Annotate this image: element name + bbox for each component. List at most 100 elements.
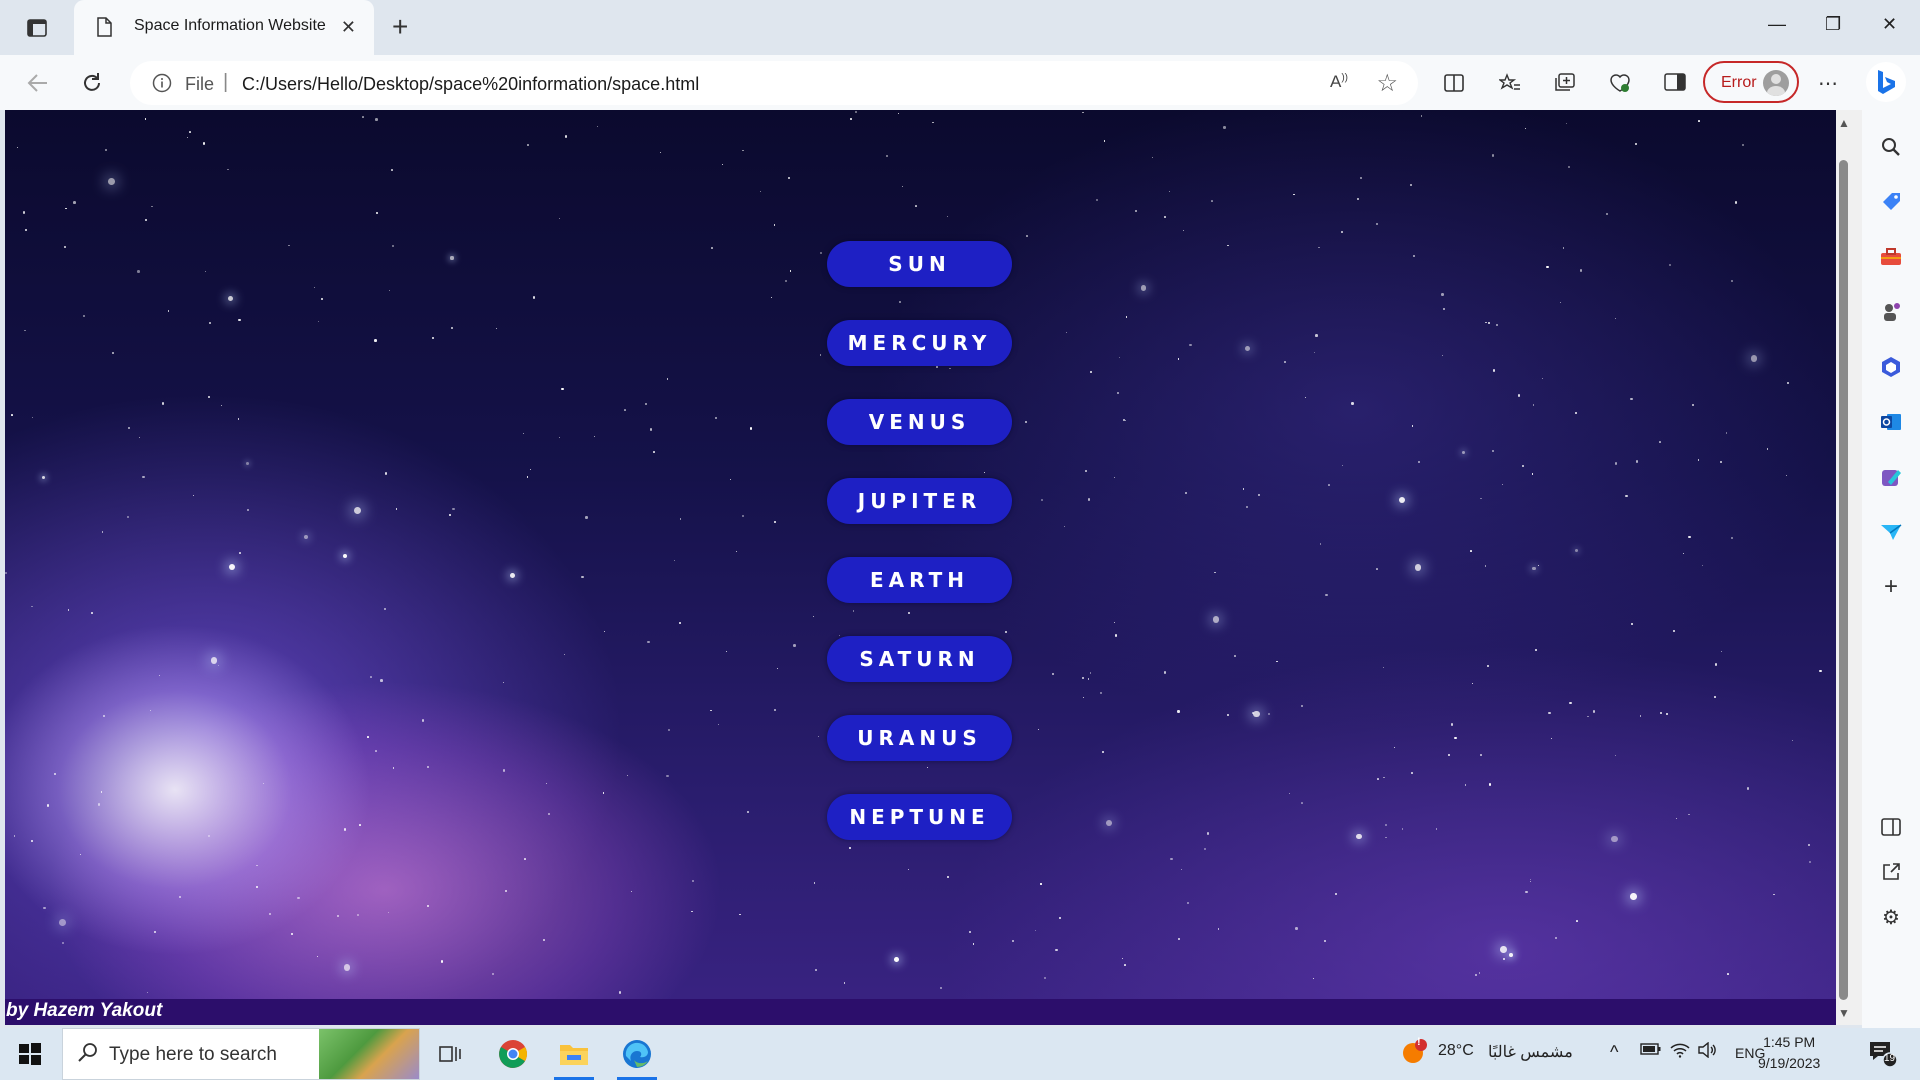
star — [343, 964, 351, 971]
star — [1630, 893, 1637, 900]
planet-button-venus[interactable]: VENUS — [827, 399, 1012, 445]
star — [1242, 488, 1245, 491]
weather-description[interactable]: مشمس غالبًا — [1488, 1042, 1573, 1062]
taskbar-clock[interactable]: 1:45 PM 9/19/2023 — [1758, 1032, 1820, 1074]
settings-gear-icon[interactable]: ⚙ — [1879, 905, 1903, 929]
chevron-up-icon[interactable]: ^ — [1610, 1042, 1618, 1063]
volume-icon[interactable] — [1698, 1041, 1718, 1063]
notification-center-icon[interactable]: 19 — [1868, 1040, 1898, 1073]
star — [376, 212, 379, 215]
star — [1383, 777, 1385, 779]
scroll-down-icon[interactable]: ▼ — [1838, 1006, 1850, 1020]
restore-icon[interactable]: ❐ — [1825, 14, 1841, 35]
star — [1792, 739, 1794, 741]
tools-icon[interactable] — [1879, 245, 1903, 269]
star — [431, 336, 434, 339]
task-view-icon[interactable] — [430, 1036, 470, 1072]
star — [626, 774, 628, 776]
star — [111, 352, 115, 355]
star — [1325, 593, 1328, 597]
browser-essentials-icon[interactable] — [1607, 70, 1633, 96]
page-viewport: SUN MERCURY VENUS JUPITER EARTH SATURN URANUS N… — [5, 110, 1836, 1025]
weather-icon[interactable] — [1400, 1038, 1428, 1071]
planet-button-earth[interactable]: EARTH — [827, 557, 1012, 603]
star — [238, 318, 241, 322]
taskbar-search[interactable]: Type here to search — [62, 1028, 420, 1080]
planet-button-neptune[interactable]: NEPTUNE — [827, 794, 1012, 840]
star — [1479, 497, 1482, 500]
star — [644, 402, 647, 405]
windows-start-icon[interactable] — [18, 1042, 42, 1071]
star — [354, 506, 362, 514]
star — [647, 640, 650, 644]
collections-icon[interactable] — [1552, 70, 1578, 96]
planet-button-saturn[interactable]: SATURN — [827, 636, 1012, 682]
scrollbar-thumb[interactable] — [1839, 160, 1848, 1000]
site-info-icon[interactable] — [152, 73, 172, 98]
favorites-icon[interactable] — [1497, 70, 1523, 96]
page-footer: by Hazem Yakout — [5, 999, 1836, 1025]
sidebar-toggle-icon[interactable] — [1662, 70, 1688, 96]
send-icon[interactable] — [1879, 520, 1903, 544]
weather-temperature[interactable]: 28°C — [1438, 1042, 1474, 1060]
designer-icon[interactable] — [1879, 465, 1903, 489]
bing-copilot-icon[interactable] — [1866, 62, 1906, 102]
browser-tab[interactable]: Space Information Website ✕ — [74, 0, 374, 55]
battery-icon[interactable] — [1640, 1042, 1662, 1061]
planet-button-sun[interactable]: SUN — [827, 241, 1012, 287]
outlook-icon[interactable] — [1879, 410, 1903, 434]
search-icon[interactable] — [1879, 135, 1903, 159]
star — [659, 152, 661, 154]
chrome-icon[interactable] — [493, 1036, 533, 1072]
star — [1500, 946, 1507, 953]
star — [1058, 917, 1061, 920]
shopping-tag-icon[interactable] — [1879, 190, 1903, 214]
wifi-icon[interactable] — [1670, 1042, 1690, 1063]
star — [1450, 723, 1453, 726]
scroll-up-icon[interactable]: ▲ — [1838, 116, 1850, 130]
star — [105, 149, 107, 151]
external-link-icon[interactable] — [1879, 860, 1903, 884]
address-url[interactable]: C:/Users/Hello/Desktop/space%20informati… — [242, 74, 699, 95]
new-tab-icon[interactable]: + — [392, 12, 408, 42]
refresh-icon[interactable] — [78, 69, 106, 97]
star — [1725, 432, 1728, 434]
close-window-icon[interactable]: ✕ — [1882, 14, 1897, 35]
read-aloud-icon[interactable]: A)) — [1330, 72, 1348, 92]
planet-button-uranus[interactable]: URANUS — [827, 715, 1012, 761]
star — [375, 749, 377, 752]
more-options-icon[interactable]: ⋯ — [1815, 70, 1841, 96]
star — [1399, 496, 1406, 503]
hide-sidebar-icon[interactable] — [1879, 815, 1903, 839]
star — [256, 864, 258, 867]
star — [1730, 279, 1733, 282]
back-icon[interactable] — [24, 69, 52, 97]
star — [1351, 402, 1354, 405]
star — [1697, 458, 1700, 461]
star — [1178, 938, 1181, 941]
star — [1559, 301, 1562, 304]
star — [452, 507, 455, 511]
file-explorer-icon[interactable] — [554, 1036, 594, 1080]
games-icon[interactable] — [1879, 300, 1903, 324]
address-bar[interactable]: File | C:/Users/Hello/Desktop/space%20in… — [130, 61, 1418, 105]
star — [784, 280, 787, 283]
star — [367, 735, 370, 738]
star — [1223, 126, 1226, 129]
star — [357, 914, 359, 917]
edge-icon[interactable] — [617, 1036, 657, 1080]
planet-button-jupiter[interactable]: JUPITER — [827, 478, 1012, 524]
star — [522, 432, 525, 435]
planet-button-mercury[interactable]: MERCURY — [827, 320, 1012, 366]
microsoft-365-icon[interactable] — [1879, 355, 1903, 379]
star — [1164, 216, 1167, 219]
star — [1502, 957, 1506, 961]
minimize-icon[interactable]: — — [1768, 14, 1786, 35]
profile-error-button[interactable]: Error — [1703, 61, 1799, 103]
close-tab-icon[interactable]: ✕ — [341, 17, 356, 37]
split-screen-icon[interactable] — [1441, 70, 1467, 96]
star — [53, 772, 57, 776]
favorite-star-icon[interactable]: ☆ — [1376, 69, 1398, 98]
add-icon[interactable]: + — [1879, 573, 1903, 600]
tab-actions-icon[interactable] — [22, 14, 52, 42]
